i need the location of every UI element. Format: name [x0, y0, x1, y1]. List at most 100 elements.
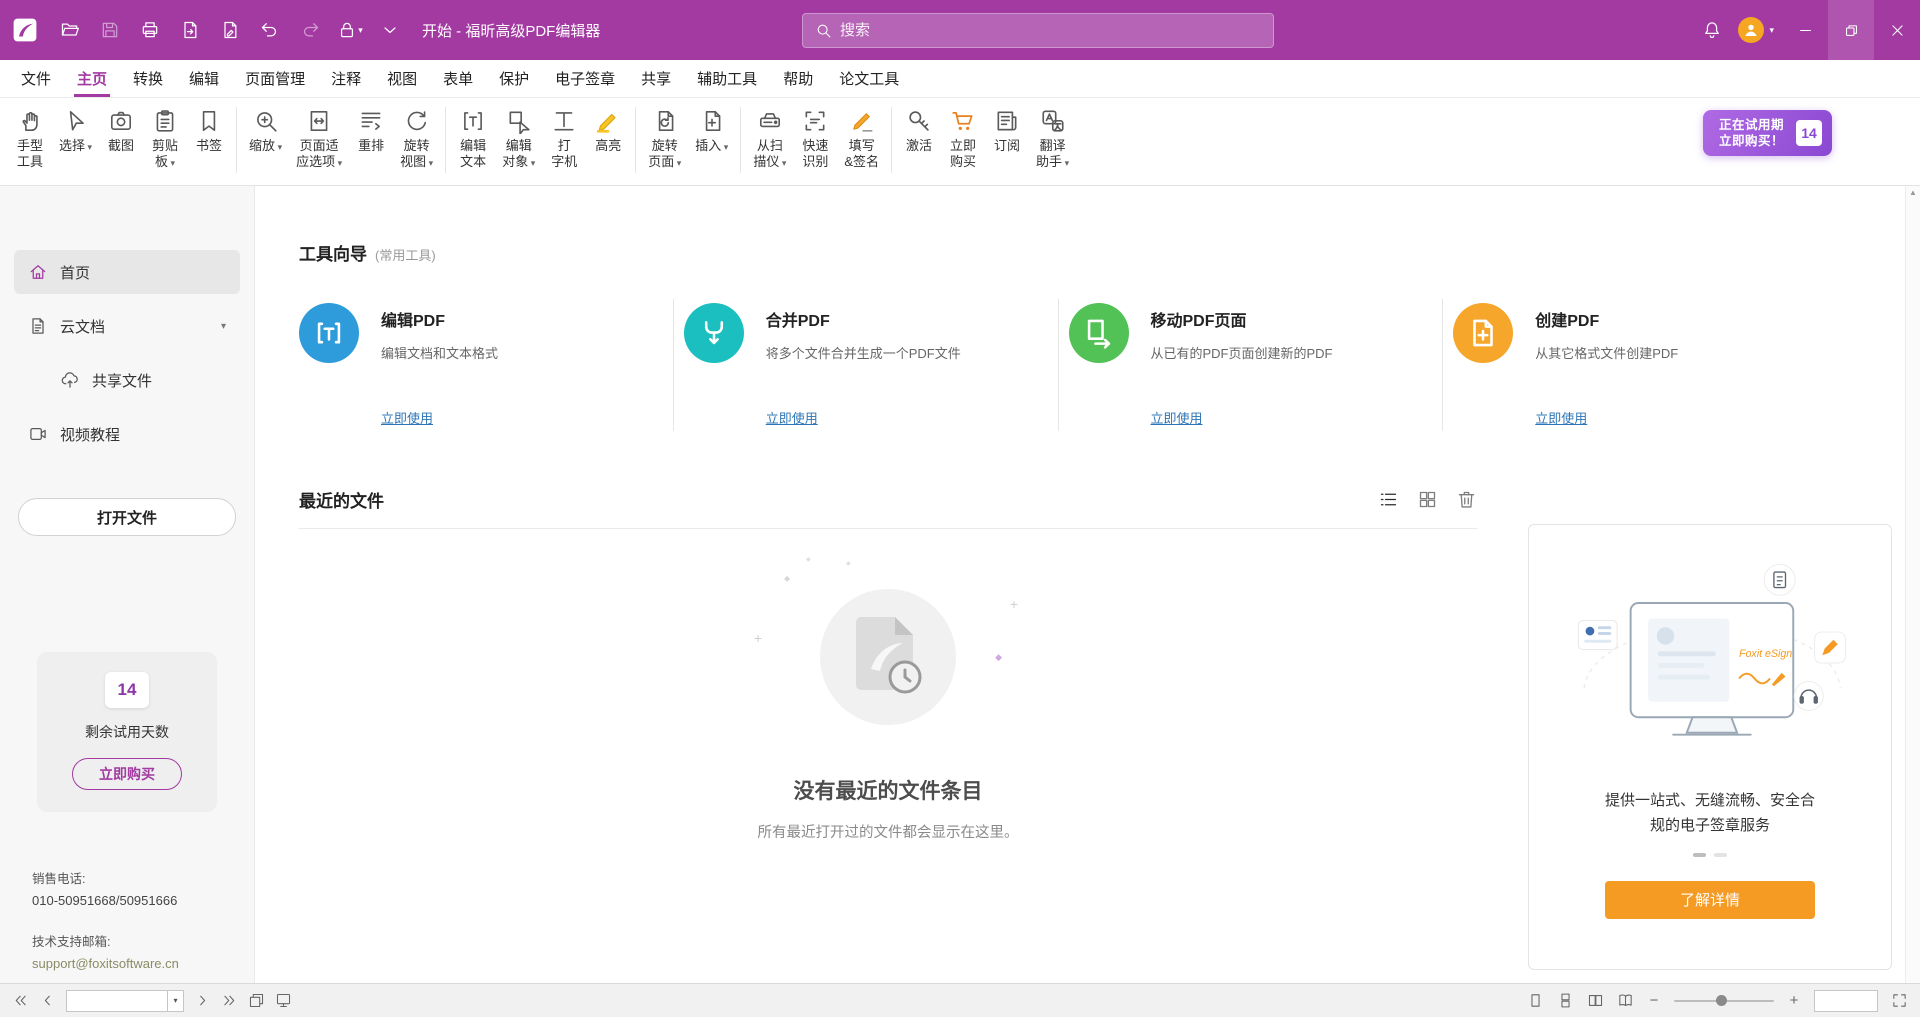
use-now-link[interactable]: 立即使用	[381, 408, 433, 427]
zoom-in-button[interactable]: +	[1787, 992, 1801, 1009]
page-number-input[interactable]	[67, 991, 167, 1011]
page-dropdown-caret-icon[interactable]: ▾	[167, 991, 183, 1011]
ribbon-reflow-button[interactable]: 重排	[349, 105, 393, 157]
ribbon-snapshot-button[interactable]: 截图	[99, 105, 143, 157]
dropdown-caret-icon: ▾	[85, 142, 92, 152]
facing-view-button[interactable]	[1587, 992, 1604, 1009]
ribbon-hand-tool-button[interactable]: 手型工具	[8, 105, 52, 173]
last-page-button[interactable]	[221, 992, 238, 1009]
sidebar-item-cloud-docs[interactable]: 云文档▾	[14, 304, 240, 348]
tool-card-create-pdf[interactable]: 创建PDF从其它格式文件创建PDF立即使用	[1443, 299, 1827, 431]
ribbon-quick-ocr-button[interactable]: 快速识别	[793, 105, 837, 173]
sidebar-item-home[interactable]: 首页	[14, 250, 240, 294]
convert-pdf-button[interactable]	[212, 12, 248, 48]
ribbon-clipboard-button[interactable]: 剪贴板 ▾	[143, 105, 187, 174]
redo-button[interactable]	[292, 12, 328, 48]
ribbon-highlight-button[interactable]: 高亮	[586, 105, 630, 157]
menu-tab-protect[interactable]: 保护	[486, 60, 542, 97]
snapshot-pages-button[interactable]	[248, 992, 265, 1009]
duplicate-view-button[interactable]	[275, 992, 292, 1009]
tool-card-move-pdf-pages[interactable]: 移动PDF页面从已有的PDF页面创建新的PDF立即使用	[1059, 299, 1444, 431]
notifications-button[interactable]	[1694, 12, 1730, 48]
undo-button[interactable]	[252, 12, 288, 48]
sidebar-item-video-tutorials[interactable]: 视频教程	[14, 412, 240, 456]
menu-tab-thesis-tools[interactable]: 论文工具	[826, 60, 912, 97]
buy-now-button[interactable]: 立即购买	[72, 758, 182, 790]
menu-tab-page-management[interactable]: 页面管理	[232, 60, 318, 97]
menu-tab-share[interactable]: 共享	[628, 60, 684, 97]
ribbon-bookmark-button[interactable]: 书签	[187, 105, 231, 157]
delete-recent-button[interactable]	[1456, 489, 1477, 510]
zoom-slider[interactable]	[1674, 1000, 1774, 1002]
print-button[interactable]	[132, 12, 168, 48]
search-input[interactable]	[840, 22, 1261, 39]
use-now-link[interactable]: 立即使用	[1535, 408, 1587, 427]
search-box[interactable]	[802, 13, 1274, 48]
zoom-level-box[interactable]	[1814, 990, 1878, 1012]
ribbon-typewriter-button[interactable]: 打字机	[542, 105, 586, 173]
minimize-button[interactable]	[1782, 0, 1828, 60]
use-now-link[interactable]: 立即使用	[1151, 408, 1203, 427]
save-button[interactable]	[92, 12, 128, 48]
trial-banner[interactable]: 正在试用期 立即购买！ 14	[1703, 110, 1832, 156]
menu-tab-form[interactable]: 表单	[430, 60, 486, 97]
menu-tab-comment[interactable]: 注释	[318, 60, 374, 97]
ribbon-insert-pages-button[interactable]: 插入 ▾	[688, 105, 735, 158]
grid-view-button[interactable]	[1417, 489, 1438, 510]
quick-access-button[interactable]	[372, 12, 408, 48]
sidebar-item-shared-files[interactable]: 共享文件	[14, 358, 240, 402]
ribbon-activate-button[interactable]: 激活	[897, 105, 941, 157]
account-button[interactable]: ▾	[1730, 12, 1782, 48]
tool-card-edit-pdf[interactable]: 编辑PDF编辑文档和文本格式立即使用	[299, 299, 674, 431]
restore-button[interactable]	[1828, 0, 1874, 60]
menu-tab-help[interactable]: 帮助	[770, 60, 826, 97]
tool-card-merge-pdf[interactable]: 合并PDF将多个文件合并生成一个PDF文件立即使用	[674, 299, 1059, 431]
ribbon-subscribe-button[interactable]: 订阅	[985, 105, 1029, 157]
menu-tab-view[interactable]: 视图	[374, 60, 430, 97]
ribbon-zoom-button[interactable]: 缩放 ▾	[242, 105, 289, 158]
menu-tab-file[interactable]: 文件	[8, 60, 64, 97]
ribbon-button-label: 页面适应选项 ▾	[296, 138, 342, 171]
single-page-view-button[interactable]	[1527, 992, 1544, 1009]
carousel-dot-1[interactable]	[1693, 853, 1706, 857]
menu-tab-edit[interactable]: 编辑	[176, 60, 232, 97]
scroll-up-icon[interactable]: ▲	[1909, 188, 1917, 197]
fullscreen-button[interactable]	[1891, 992, 1908, 1009]
ribbon-select-tool-button[interactable]: 选择 ▾	[52, 105, 99, 158]
continuous-view-button[interactable]	[1557, 992, 1574, 1009]
menu-tab-convert[interactable]: 转换	[120, 60, 176, 97]
protect-button[interactable]: ▾	[332, 12, 368, 48]
cloud-doc-icon	[28, 316, 48, 336]
list-view-button[interactable]	[1378, 489, 1399, 510]
zoom-slider-thumb[interactable]	[1716, 995, 1727, 1006]
zoom-level-input[interactable]	[1815, 991, 1877, 1011]
ribbon-edit-text-button[interactable]: 编辑文本	[451, 105, 495, 173]
content-scrollbar[interactable]: ▲	[1905, 186, 1920, 983]
menu-tab-e-sign[interactable]: 电子签章	[542, 60, 628, 97]
menu-tab-home[interactable]: 主页	[64, 60, 120, 97]
ribbon-rotate-view-button[interactable]: 旋转视图 ▾	[393, 105, 440, 174]
support-email-link[interactable]: support@foxitsoftware.cn	[32, 955, 179, 974]
use-now-link[interactable]: 立即使用	[766, 408, 818, 427]
learn-more-button[interactable]: 了解详情	[1605, 881, 1815, 919]
ribbon-rotate-pages-button[interactable]: 旋转页面 ▾	[641, 105, 688, 174]
export-pdf-button[interactable]	[172, 12, 208, 48]
prev-page-button[interactable]	[39, 992, 56, 1009]
ribbon-edit-object-button[interactable]: 编辑对象 ▾	[495, 105, 542, 174]
zoom-out-button[interactable]: −	[1647, 992, 1661, 1009]
chevron-down-icon[interactable]: ▾	[221, 321, 226, 332]
close-button[interactable]	[1874, 0, 1920, 60]
next-page-button[interactable]	[194, 992, 211, 1009]
book-view-button[interactable]	[1617, 992, 1634, 1009]
ribbon-translate-assistant-button[interactable]: 翻译助手 ▾	[1029, 105, 1076, 174]
open-file-button[interactable]	[52, 12, 88, 48]
first-page-button[interactable]	[12, 992, 29, 1009]
ribbon-page-fit-options-button[interactable]: 页面适应选项 ▾	[289, 105, 349, 174]
open-file-button[interactable]: 打开文件	[18, 498, 236, 536]
ribbon-from-scanner-button[interactable]: 从扫描仪 ▾	[746, 105, 793, 174]
menu-tab-accessibility[interactable]: 辅助工具	[684, 60, 770, 97]
carousel-dot-2[interactable]	[1714, 853, 1727, 857]
ribbon-fill-sign-button[interactable]: 填写&签名	[837, 105, 886, 173]
page-number-box[interactable]: ▾	[66, 990, 184, 1012]
ribbon-buy-now-button[interactable]: 立即购买	[941, 105, 985, 173]
